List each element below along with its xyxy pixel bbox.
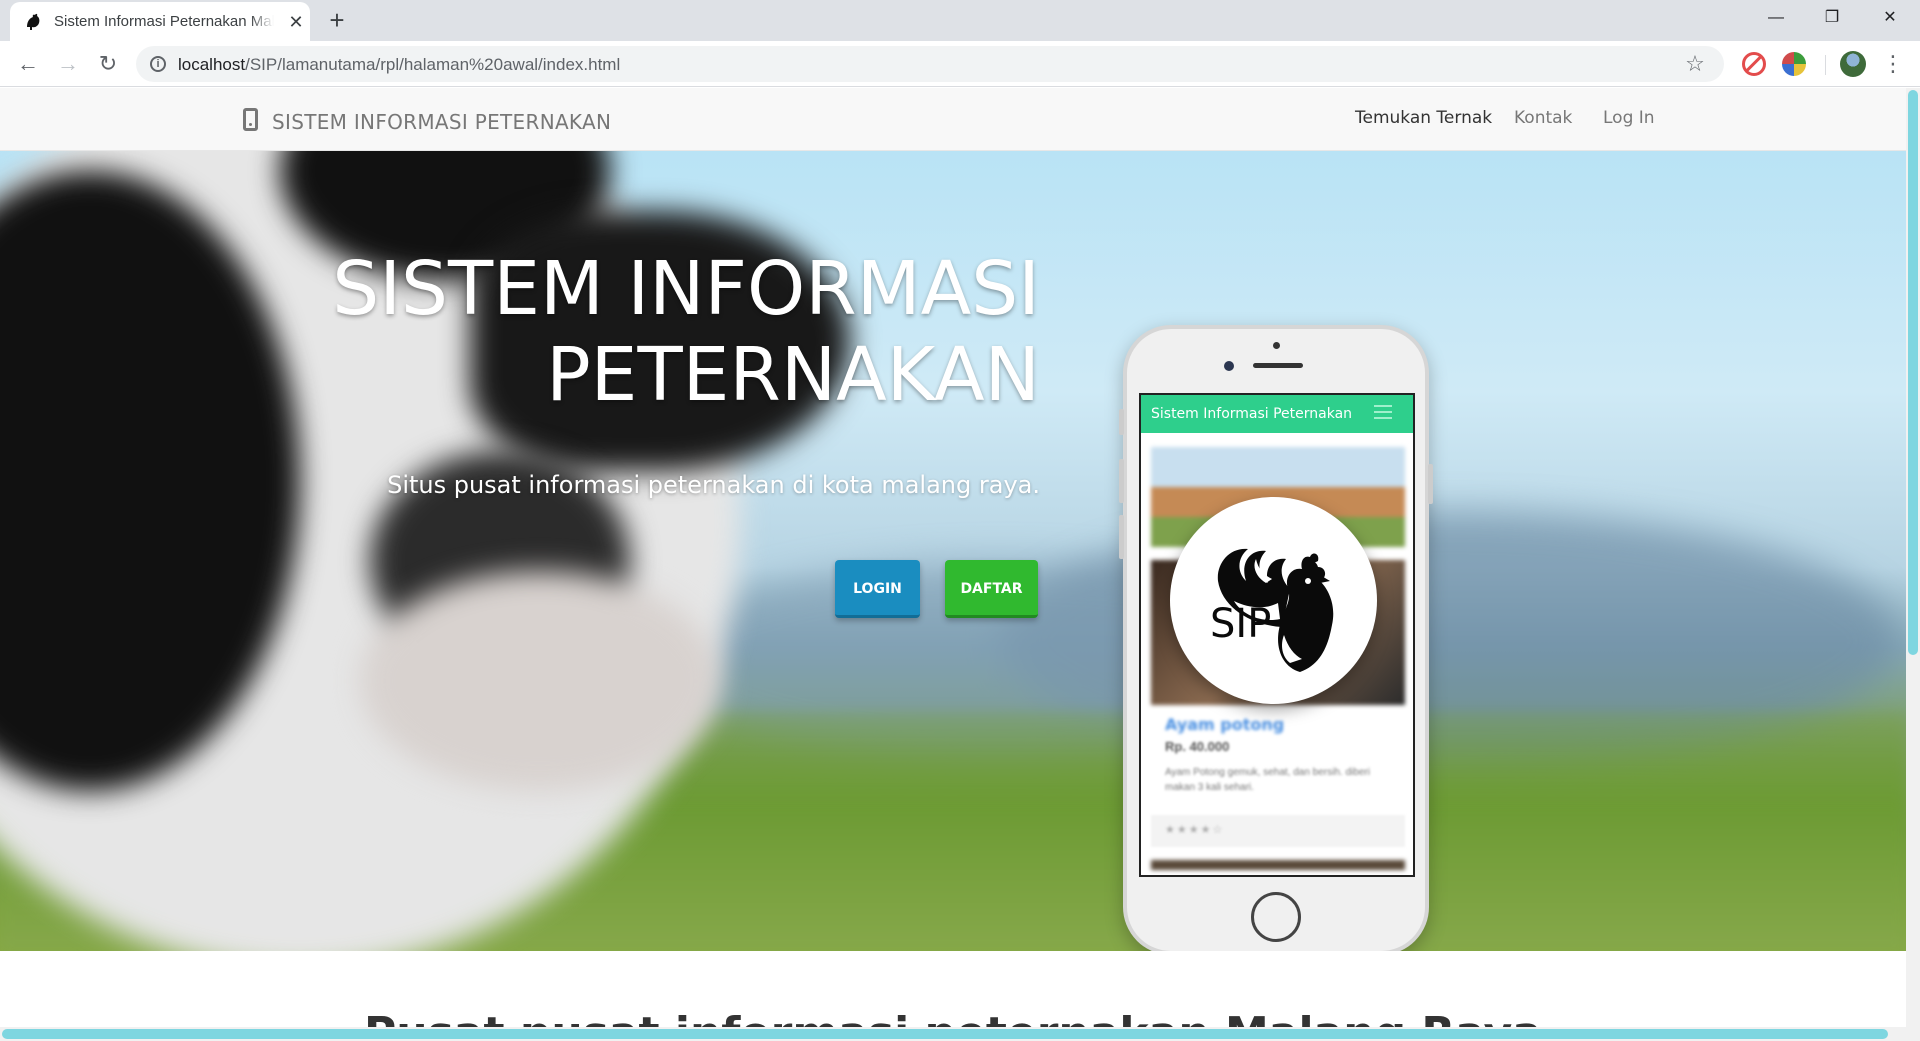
rooster-favicon-icon xyxy=(27,13,40,30)
phone-speaker xyxy=(1253,363,1303,368)
tab-title: Sistem Informasi Peternakan Malang xyxy=(54,13,274,33)
tab-close-icon[interactable]: ✕ xyxy=(286,12,306,32)
sip-logo: SIP xyxy=(1170,497,1377,704)
close-window-button[interactable]: ✕ xyxy=(1866,0,1914,36)
site-navbar: SISTEM INFORMASI PETERNAKAN Temukan Tern… xyxy=(0,88,1906,151)
phone-power-button xyxy=(1428,464,1433,504)
nav-kontak[interactable]: Kontak xyxy=(1514,108,1572,128)
hero-title-line1: SISTEM INFORMASI xyxy=(332,246,1040,332)
phone-camera xyxy=(1224,361,1234,371)
mobile-phone-icon xyxy=(243,108,258,131)
phone-mute-switch xyxy=(1119,409,1124,435)
phone-sensor xyxy=(1273,342,1280,349)
new-tab-button[interactable]: + xyxy=(322,6,352,36)
app-item-price: Rp. 40.000 xyxy=(1165,739,1230,754)
vertical-scrollbar[interactable] xyxy=(1906,88,1920,1041)
nav-temukan-ternak[interactable]: Temukan Ternak xyxy=(1355,108,1492,128)
app-title: Sistem Informasi Peternakan xyxy=(1151,406,1353,422)
reload-button[interactable]: ↻ xyxy=(92,49,124,81)
vertical-scrollbar-thumb[interactable] xyxy=(1908,90,1918,655)
horizontal-scrollbar[interactable] xyxy=(0,1027,1906,1041)
url-path: /SIP/lamanutama/rpl/halaman%20awal/index… xyxy=(245,55,621,74)
hero-background-cow-snout xyxy=(360,571,720,791)
url-host: localhost xyxy=(178,55,246,74)
tab-strip: Sistem Informasi Peternakan Malang ✕ + —… xyxy=(0,0,1920,41)
hero-section: SISTEM INFORMASI PETERNAKAN Situs pusat … xyxy=(0,151,1906,951)
toolbar-divider xyxy=(1825,55,1826,75)
hero-title: SISTEM INFORMASI PETERNAKAN xyxy=(300,246,1040,418)
app-header-bar: Sistem Informasi Peternakan xyxy=(1141,395,1413,433)
minimize-button[interactable]: — xyxy=(1752,0,1800,36)
url-text[interactable]: localhost/SIP/lamanutama/rpl/halaman%20a… xyxy=(178,55,620,75)
browser-tab[interactable]: Sistem Informasi Peternakan Malang ✕ xyxy=(10,2,310,41)
page-viewport: SISTEM INFORMASI PETERNAKAN Temukan Tern… xyxy=(0,88,1920,1041)
hero-title-line2: PETERNAKAN xyxy=(546,332,1040,418)
horizontal-scrollbar-thumb[interactable] xyxy=(2,1029,1888,1039)
extension-block-icon[interactable] xyxy=(1742,52,1766,76)
hamburger-menu-icon xyxy=(1374,405,1392,419)
browser-menu-icon[interactable]: ⋮ xyxy=(1878,49,1908,79)
rooster-logo-icon: SIP xyxy=(1210,548,1334,672)
extension-globe-icon[interactable] xyxy=(1782,52,1806,76)
site-info-icon[interactable]: i xyxy=(150,56,166,72)
hero-subtitle: Situs pusat informasi peternakan di kota… xyxy=(387,471,1040,499)
brand-text: SISTEM INFORMASI PETERNAKAN xyxy=(272,110,612,134)
daftar-button[interactable]: DAFTAR xyxy=(945,560,1038,618)
profile-avatar[interactable] xyxy=(1840,51,1866,77)
app-item-description: Ayam Potong gemuk, sehat, dan bersih. di… xyxy=(1165,767,1370,793)
phone-volume-down xyxy=(1119,515,1124,559)
app-next-card xyxy=(1151,860,1405,870)
app-item-title: Ayam potong xyxy=(1165,715,1285,734)
phone-volume-up xyxy=(1119,459,1124,503)
browser-toolbar: ← → ↻ i localhost/SIP/lamanutama/rpl/hal… xyxy=(0,41,1920,87)
app-item-rating: ★★★★☆ xyxy=(1165,824,1225,836)
phone-home-button xyxy=(1251,892,1301,942)
nav-log-in[interactable]: Log In xyxy=(1603,108,1655,128)
sip-logo-text: SIP xyxy=(1210,601,1271,647)
bookmark-star-icon[interactable]: ☆ xyxy=(1682,51,1708,77)
address-bar[interactable]: i localhost/SIP/lamanutama/rpl/halaman%2… xyxy=(136,46,1724,82)
login-button[interactable]: LOGIN xyxy=(835,560,920,618)
maximize-button[interactable]: ❐ xyxy=(1808,0,1856,36)
forward-button[interactable]: → xyxy=(52,49,84,81)
back-button[interactable]: ← xyxy=(12,49,44,81)
